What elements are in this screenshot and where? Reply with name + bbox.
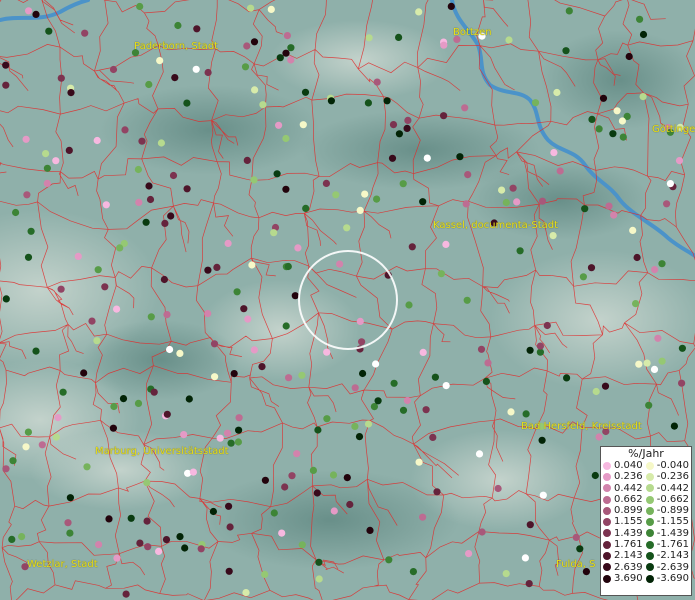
legend-label: -2.639 [656,561,689,573]
legend-swatch [645,518,654,527]
legend-swatch [603,495,611,504]
legend-row: -0.442 [645,482,689,494]
legend-row: -3.690 [645,572,689,584]
legend-row: -1.439 [645,527,689,539]
legend-swatch [603,574,611,583]
city-label-wetzlar: Wetzlar, Stadt [27,559,98,570]
legend-label: 0.040 [614,460,643,471]
legend-swatch [645,495,654,504]
legend-swatch [645,552,654,561]
legend-label: -1.155 [656,516,689,528]
city-label-goettingen: Göttinge [652,124,695,135]
legend-row: 1.439 [603,528,646,539]
city-label-fulda: Fulda, S [556,559,596,570]
legend-label: -1.761 [656,539,689,551]
legend-swatch [603,461,611,470]
legend-swatch [645,506,654,515]
legend-label: 1.439 [614,527,643,539]
legend-title: %/Jahr [628,447,664,460]
legend-row: 0.899 [603,505,646,516]
legend-swatch [645,529,654,538]
legend-label: -0.442 [656,482,689,494]
legend-negative-column: -0.040 -0.236 -0.442 -0.662 -0.899 -1.155 -1.4… [645,460,689,584]
legend-swatch [603,529,611,538]
legend-label: -2.143 [656,550,689,562]
legend-row: 0.236 [603,471,646,482]
legend-positive-column: 0.040 0.236 0.442 0.662 0.899 1.155 1.439 1.761… [603,460,646,584]
city-label-paderborn: Paderborn, Stadt [134,41,219,52]
legend-label: 0.899 [614,505,643,517]
legend-row: 0.442 [603,483,646,494]
legend-label: 1.761 [614,539,643,551]
legend-row: 1.761 [603,539,646,550]
legend-row: -1.155 [645,516,689,528]
city-label-kassel: Kassel, documenta-Stadt [433,220,559,231]
legend-row: -0.899 [645,505,689,517]
legend-swatch [603,563,611,572]
legend-label: -0.662 [656,493,689,505]
legend-label: 0.662 [614,493,643,505]
legend: %/Jahr 0.040 0.236 0.442 0.662 0.899 1.155 1.4… [600,446,692,596]
legend-swatch [603,540,611,549]
legend-row: -0.236 [645,471,689,483]
legend-row: 2.639 [603,562,646,573]
legend-label: -0.899 [656,505,689,517]
legend-label: 2.639 [614,561,643,573]
legend-label: 3.690 [614,572,643,584]
legend-swatch [645,472,654,481]
legend-swatch [603,518,611,527]
legend-swatch [645,461,654,470]
legend-row: -2.639 [645,561,689,573]
city-label-bad-hersfeld: Bad Hersfeld, Kreisstadt [521,421,642,432]
legend-label: 1.155 [614,516,643,528]
legend-row: 0.040 [603,460,646,471]
legend-swatch [645,484,654,493]
legend-row: 0.662 [603,494,646,505]
legend-label: -1.439 [656,527,689,539]
legend-swatch [645,540,654,549]
selection-overlay [298,250,398,350]
legend-row: 1.155 [603,516,646,527]
legend-label: -0.040 [656,460,689,471]
legend-label: -3.690 [656,572,689,584]
legend-row: 2.143 [603,550,646,561]
legend-swatch [645,574,654,583]
legend-row: -1.761 [645,539,689,551]
legend-row: -0.662 [645,493,689,505]
legend-swatch [603,484,611,493]
city-label-marburg: Marburg, Universitätsstadt [95,446,229,457]
legend-row: -0.040 [645,460,689,471]
legend-row: -2.143 [645,550,689,562]
legend-label: 2.143 [614,550,643,562]
legend-swatch [645,563,654,572]
circle-marker[interactable] [298,250,398,350]
legend-row: 3.690 [603,573,646,584]
legend-label: 0.442 [614,482,643,494]
legend-label: -0.236 [656,471,689,483]
legend-swatch [603,506,611,515]
legend-swatch [603,552,611,561]
legend-swatch [603,472,611,481]
city-label-bottzen: Bottzen [453,27,492,38]
legend-label: 0.236 [614,471,643,483]
